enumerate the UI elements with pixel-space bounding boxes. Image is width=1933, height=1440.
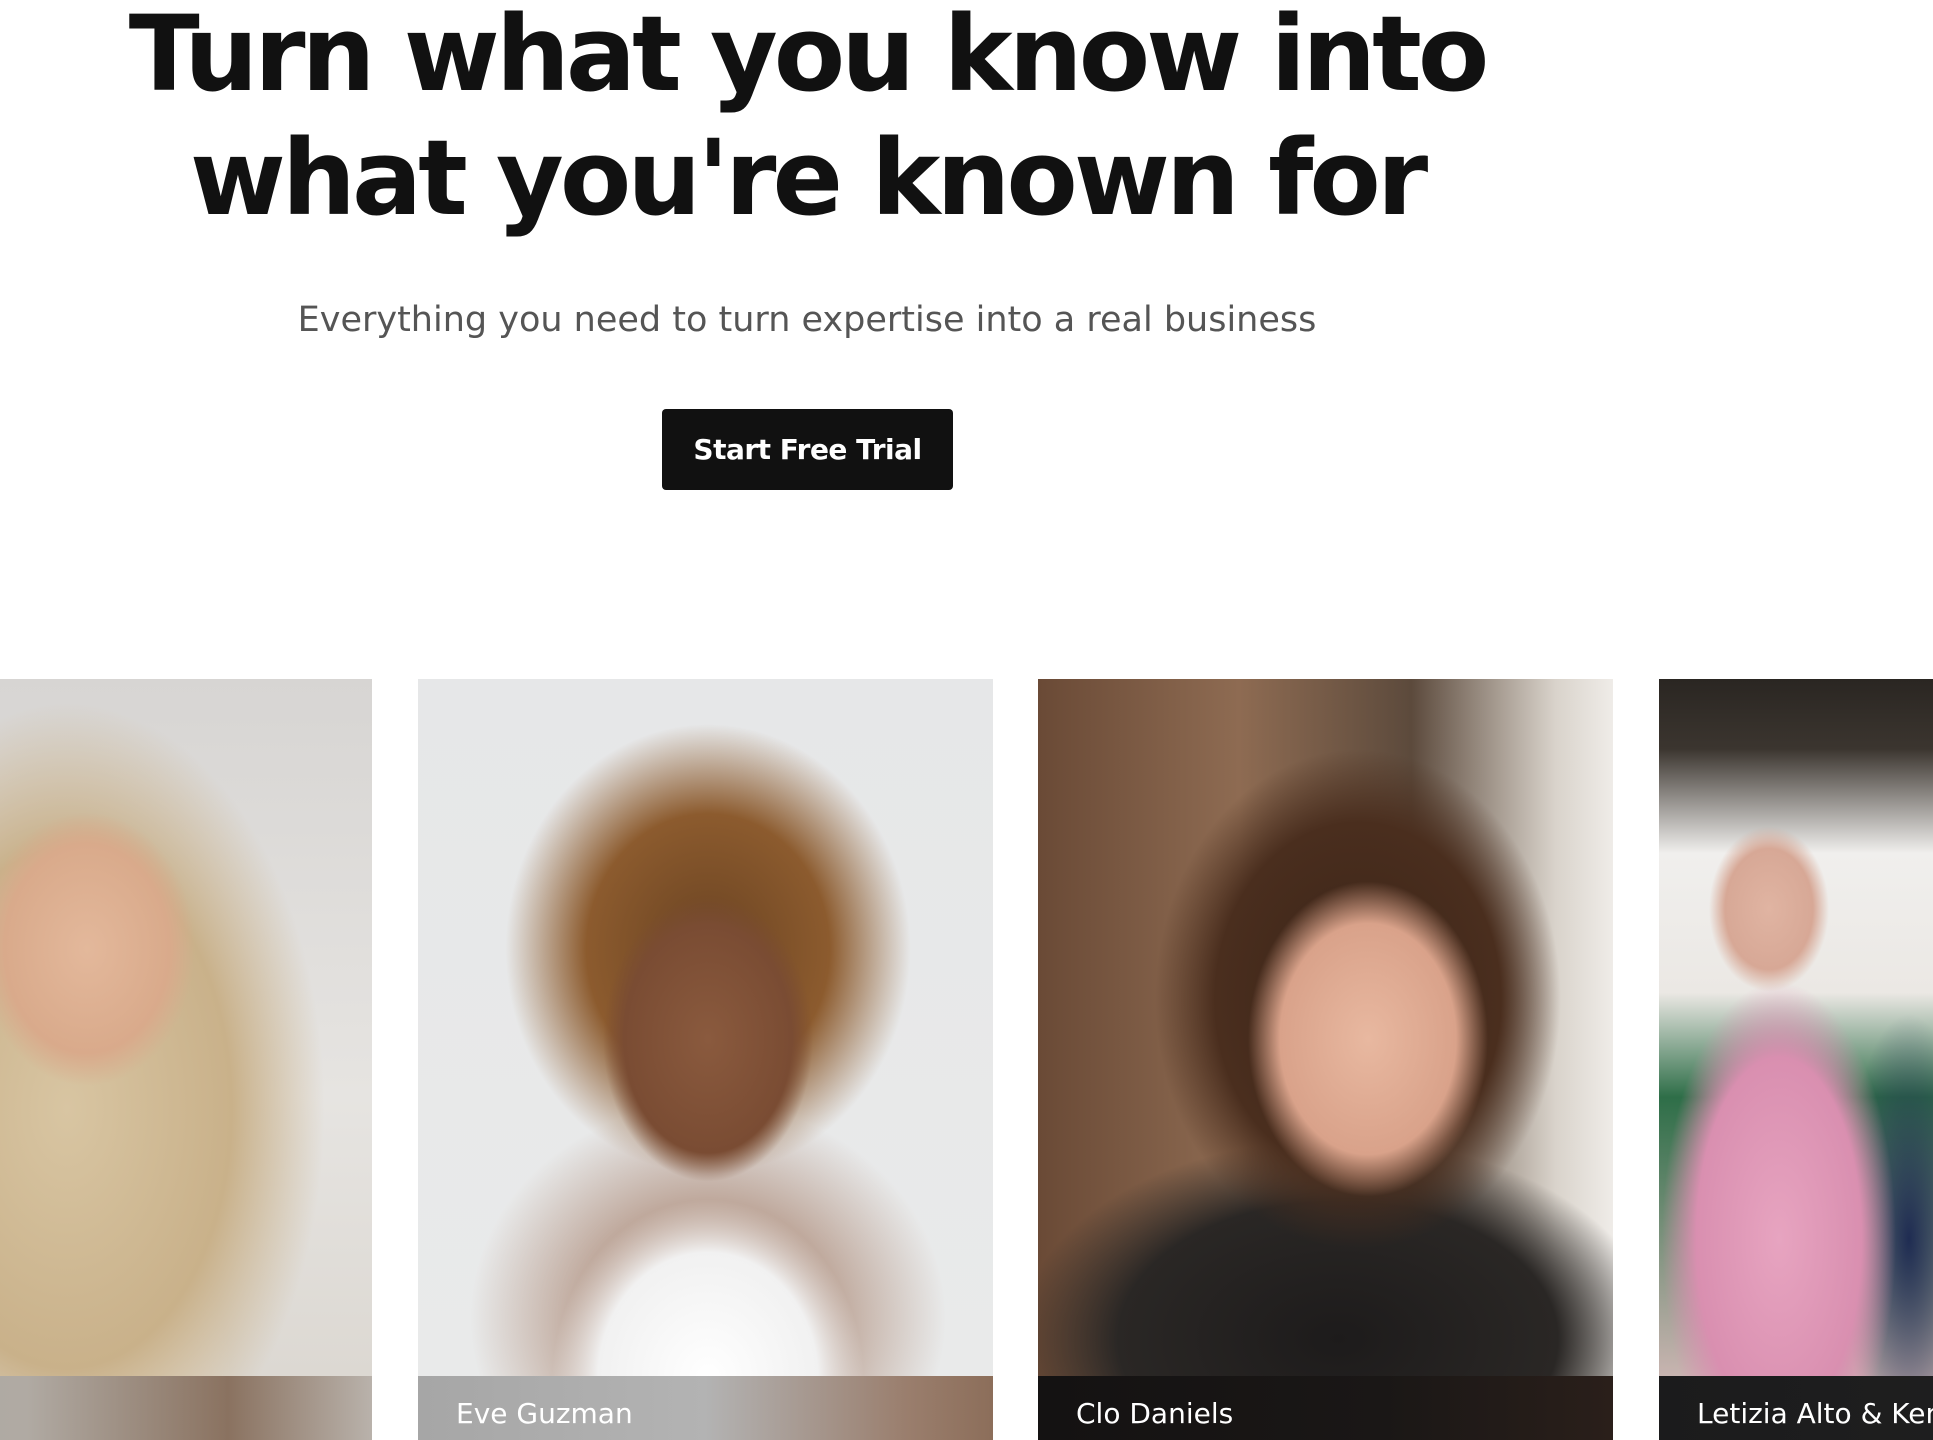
- hero-title-line-1: Turn what you know into: [128, 0, 1490, 115]
- creator-photo: [418, 679, 993, 1376]
- creator-card[interactable]: Clo Daniels: [1038, 679, 1613, 1440]
- creator-name: Letizia Alto & Ken: [1697, 1397, 1933, 1430]
- hero-title: Turn what you know into what you're know…: [0, 0, 1614, 240]
- creator-name: Clo Daniels: [1076, 1397, 1234, 1430]
- landing-page: Turn what you know into what you're know…: [0, 0, 1933, 1440]
- hero-subtitle: Everything you need to turn expertise in…: [297, 300, 1317, 340]
- hero-title-line-2: what you're known for: [189, 117, 1428, 239]
- creator-name: Eve Guzman: [456, 1397, 633, 1430]
- creator-photo: [1038, 679, 1613, 1376]
- creator-photo: [0, 679, 372, 1376]
- creator-card[interactable]: Letizia Alto & Ken: [1659, 679, 1933, 1440]
- creator-card[interactable]: Eve Guzman: [418, 679, 993, 1440]
- creator-card[interactable]: [0, 679, 372, 1440]
- creator-caption: [0, 1376, 372, 1440]
- start-free-trial-button[interactable]: Start Free Trial: [662, 409, 953, 490]
- creator-photo: [1659, 679, 1933, 1376]
